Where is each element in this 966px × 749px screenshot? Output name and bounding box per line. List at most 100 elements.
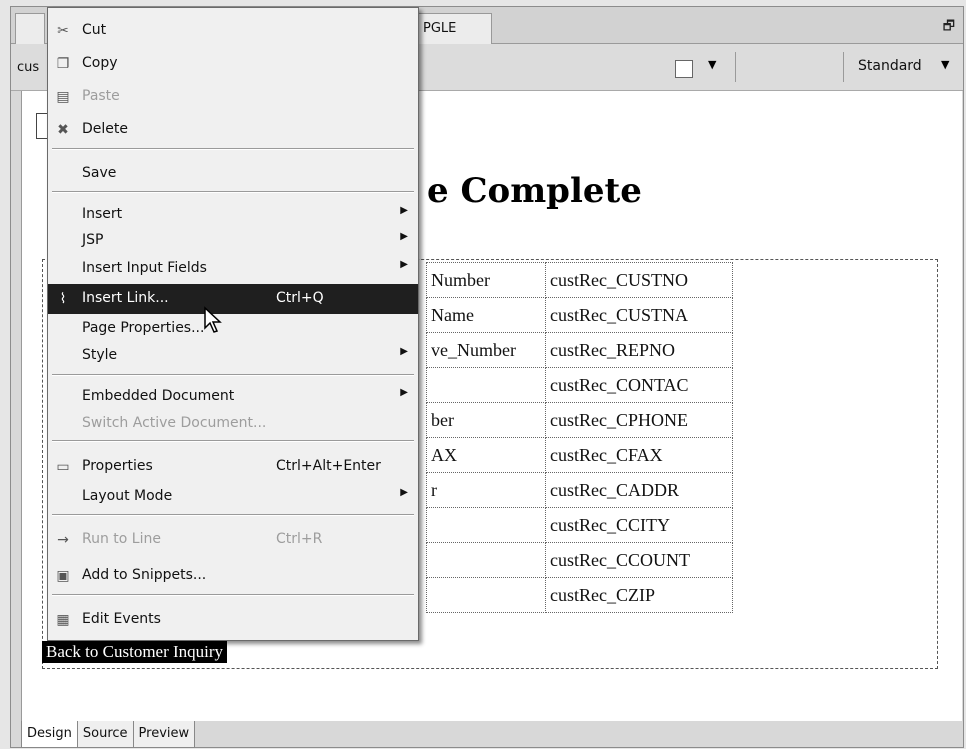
field-label-cell[interactable]: ve_Number [426, 332, 546, 368]
context-menu: ✂ Cut ❐ Copy ▤ Paste ✖ Delete Save Insert ▶ JSP ▶ Ins… [47, 7, 419, 641]
menu-item-label: Layout Mode [82, 488, 173, 504]
menu-item-label: Page Properties... [82, 320, 205, 336]
submenu-arrow-icon: ▶ [400, 387, 408, 398]
field-label-cell[interactable]: Number [426, 262, 546, 298]
menu-item-copy[interactable]: ❐ Copy [48, 49, 418, 79]
paste-icon: ▤ [56, 89, 70, 105]
menu-item-properties[interactable]: ▭ Properties Ctrl+Alt+Enter [48, 452, 418, 482]
menu-separator [52, 148, 414, 150]
field-label-cell[interactable]: r [426, 472, 546, 508]
menu-separator [52, 594, 414, 596]
menu-item-run-to-line[interactable]: → Run to Line Ctrl+R [48, 525, 418, 555]
field-label-cell[interactable] [426, 507, 546, 543]
menu-item-switch-active-document[interactable]: Switch Active Document... [48, 409, 418, 439]
chevron-down-icon[interactable]: ▼ [941, 58, 949, 71]
menu-item-add-to-snippets[interactable]: ▣ Add to Snippets... [48, 561, 418, 591]
menu-item-label: Save [82, 165, 117, 181]
menu-item-save[interactable]: Save [48, 159, 418, 189]
mouse-pointer-icon [204, 306, 222, 333]
table-row: ber custRec_CPHONE [426, 402, 733, 438]
submenu-arrow-icon: ▶ [400, 259, 408, 270]
menu-item-insert-input-fields[interactable]: Insert Input Fields ▶ [48, 254, 418, 284]
menu-item-insert-link[interactable]: ⌇ Insert Link... Ctrl+Q [48, 284, 418, 314]
snippets-icon: ▣ [56, 568, 70, 584]
editor-tab-page-label: PGLE [423, 21, 457, 36]
toolbar-divider [735, 52, 736, 82]
field-value-cell[interactable]: custRec_CADDR [545, 472, 733, 508]
menu-item-label: Style [82, 347, 118, 363]
field-value-cell[interactable]: custRec_CUSTNO [545, 262, 733, 298]
menu-item-jsp[interactable]: JSP ▶ [48, 226, 418, 256]
menu-item-label: Copy [82, 55, 118, 71]
editor-mode-tabs: Design Source Preview [21, 721, 196, 748]
menu-item-delete[interactable]: ✖ Delete [48, 115, 418, 145]
link-icon: ⌇ [59, 291, 67, 307]
submenu-arrow-icon: ▶ [400, 231, 408, 242]
field-value-cell[interactable]: custRec_CZIP [545, 577, 733, 613]
submenu-arrow-icon: ▶ [400, 487, 408, 498]
menu-separator [52, 191, 414, 193]
field-label-cell[interactable]: ber [426, 402, 546, 438]
table-row: Number custRec_CUSTNO [426, 262, 733, 298]
field-label-cell[interactable] [426, 367, 546, 403]
menu-item-label: Embedded Document [82, 388, 235, 404]
run-to-line-icon: → [57, 532, 69, 548]
submenu-arrow-icon: ▶ [400, 205, 408, 216]
tab-design[interactable]: Design [21, 721, 78, 748]
field-label-cell[interactable] [426, 577, 546, 613]
menu-item-label: Edit Events [82, 611, 161, 627]
menu-item-label: JSP [82, 232, 104, 248]
menu-separator [52, 440, 414, 442]
field-label-cell[interactable]: Name [426, 297, 546, 333]
field-value-cell[interactable]: custRec_CCOUNT [545, 542, 733, 578]
table-row: custRec_CONTAC [426, 367, 733, 403]
menu-item-label: Insert Link... [82, 290, 169, 306]
field-value-cell[interactable]: custRec_CFAX [545, 437, 733, 473]
field-label-cell[interactable]: AX [426, 437, 546, 473]
field-value-cell[interactable]: custRec_CONTAC [545, 367, 733, 403]
delete-icon: ✖ [57, 122, 69, 138]
scissors-icon: ✂ [57, 23, 69, 39]
toolbar-divider [843, 52, 844, 82]
editor-tab-page[interactable]: PGLE [414, 13, 492, 44]
field-value-cell[interactable]: custRec_CPHONE [545, 402, 733, 438]
tab-source[interactable]: Source [76, 721, 134, 748]
menu-item-paste[interactable]: ▤ Paste [48, 82, 418, 112]
page-title: e Complete [427, 171, 642, 211]
table-row: AX custRec_CFAX [426, 437, 733, 473]
field-value-cell[interactable]: custRec_CCITY [545, 507, 733, 543]
menu-item-label: Insert [82, 206, 123, 222]
field-value-cell[interactable]: custRec_REPNO [545, 332, 733, 368]
menu-item-shortcut: Ctrl+Alt+Enter [276, 458, 381, 474]
table-row: Name custRec_CUSTNA [426, 297, 733, 333]
menu-item-label: Delete [82, 121, 128, 137]
menu-item-label: Switch Active Document... [82, 415, 267, 431]
editor-tab-active[interactable] [15, 13, 45, 44]
menu-item-page-properties[interactable]: Page Properties... [48, 314, 418, 344]
tab-preview[interactable]: Preview [132, 721, 196, 748]
menu-item-cut[interactable]: ✂ Cut [48, 16, 418, 46]
toolbar-file-label: cus [17, 60, 40, 75]
edit-events-icon: ▦ [56, 612, 70, 628]
menu-item-edit-events[interactable]: ▦ Edit Events [48, 605, 418, 635]
table-row: custRec_CZIP [426, 577, 733, 613]
menu-item-label: Add to Snippets... [82, 567, 207, 583]
copy-icon: ❐ [56, 56, 70, 72]
submenu-arrow-icon: ▶ [400, 346, 408, 357]
restore-window-icon[interactable]: 🗗 [943, 17, 955, 39]
page-view-icon[interactable] [675, 60, 693, 78]
menu-item-shortcut: Ctrl+R [276, 531, 323, 547]
table-row: r custRec_CADDR [426, 472, 733, 508]
menu-item-label: Cut [82, 22, 107, 38]
menu-item-shortcut: Ctrl+Q [276, 290, 324, 306]
menu-item-layout-mode[interactable]: Layout Mode ▶ [48, 482, 418, 512]
table-row: custRec_CCOUNT [426, 542, 733, 578]
chevron-down-icon[interactable]: ▼ [708, 58, 716, 71]
view-mode-select[interactable]: Standard [858, 58, 922, 74]
menu-item-style[interactable]: Style ▶ [48, 341, 418, 371]
menu-item-label: Paste [82, 88, 120, 104]
back-to-inquiry-link[interactable]: Back to Customer Inquiry [42, 641, 228, 663]
field-value-cell[interactable]: custRec_CUSTNA [545, 297, 733, 333]
field-label-cell[interactable] [426, 542, 546, 578]
menu-item-embedded-document[interactable]: Embedded Document ▶ [48, 382, 418, 412]
